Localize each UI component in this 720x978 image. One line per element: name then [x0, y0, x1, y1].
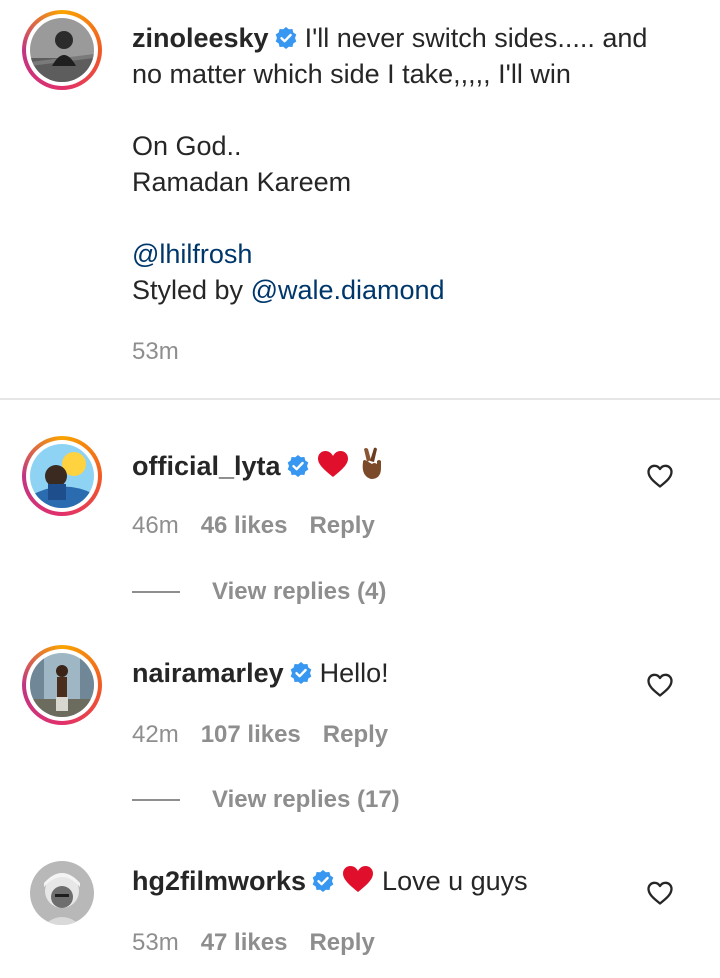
caption-line-2: no matter which side I take,,,,, I'll wi…	[132, 59, 571, 89]
comment-timestamp: 46m	[132, 512, 179, 539]
crossed-fingers-emoji-icon	[362, 447, 381, 479]
replies-dash	[132, 799, 180, 801]
comment-text: Love u guys	[382, 866, 528, 896]
comment-meta: 42m 107 likes Reply	[132, 721, 388, 749]
styled-by-label: Styled by	[132, 275, 251, 305]
comment-meta: 53m 47 likes Reply	[132, 929, 375, 957]
username-nairamarley[interactable]: nairamarley	[132, 658, 284, 688]
avatar-hg2filmworks[interactable]	[22, 853, 102, 933]
mention-link[interactable]: @wale.diamond	[251, 275, 445, 305]
view-replies-button[interactable]: View replies (4)	[132, 578, 386, 606]
comment-meta: 46m 46 likes Reply	[132, 512, 375, 540]
like-heart-icon[interactable]	[646, 671, 674, 699]
comment-line: nairamarley Hello!	[132, 655, 389, 691]
verified-badge-icon	[275, 27, 296, 49]
avatar-photo	[30, 861, 94, 925]
comment-timestamp: 53m	[132, 929, 179, 956]
avatar-nairamarley[interactable]	[22, 645, 102, 725]
mention-link[interactable]: @lhilfrosh	[132, 239, 252, 269]
avatar-photo	[30, 444, 94, 508]
like-heart-icon[interactable]	[646, 879, 674, 907]
comment-line: hg2filmworks Love u guys	[132, 863, 528, 899]
red-heart-emoji-icon	[317, 451, 348, 477]
avatar-official-lyta[interactable]	[22, 436, 102, 516]
reply-button[interactable]: Reply	[323, 721, 388, 748]
likes-count[interactable]: 107 likes	[201, 721, 301, 748]
red-heart-emoji-icon	[343, 866, 374, 892]
caption-line-3: On God..	[132, 131, 242, 161]
view-replies-label: View replies (4)	[212, 578, 387, 605]
view-replies-button[interactable]: View replies (17)	[132, 786, 400, 814]
avatar-photo	[30, 18, 94, 82]
caption-line-5: @lhilfrosh	[132, 236, 252, 272]
caption-line-1: zinoleesky I'll never switch sides..... a…	[132, 20, 647, 56]
likes-count[interactable]: 46 likes	[201, 512, 288, 539]
comment-line: official_lyta	[132, 446, 385, 484]
caption-line-4: Ramadan Kareem	[132, 167, 352, 197]
avatar-photo	[30, 653, 94, 717]
comment-timestamp: 42m	[132, 721, 179, 748]
replies-dash	[132, 591, 180, 593]
verified-badge-icon	[290, 662, 311, 684]
username-official-lyta[interactable]: official_lyta	[132, 451, 281, 481]
caption-line-6: Styled by @wale.diamond	[132, 272, 445, 308]
username-zinoleesky[interactable]: zinoleesky	[132, 23, 269, 53]
view-replies-label: View replies (17)	[212, 786, 400, 813]
caption-text: I'll never switch sides..... and	[304, 23, 648, 53]
verified-badge-icon	[312, 870, 334, 892]
comment-text: Hello!	[319, 658, 389, 688]
avatar-zinoleesky[interactable]	[22, 10, 102, 90]
like-heart-icon[interactable]	[646, 462, 674, 490]
reply-button[interactable]: Reply	[309, 512, 374, 539]
verified-badge-icon	[287, 455, 308, 477]
reply-button[interactable]: Reply	[309, 929, 374, 956]
caption-timestamp: 53m	[132, 338, 179, 365]
likes-count[interactable]: 47 likes	[201, 929, 288, 956]
username-hg2filmworks[interactable]: hg2filmworks	[132, 866, 306, 896]
caption-divider	[0, 398, 720, 400]
